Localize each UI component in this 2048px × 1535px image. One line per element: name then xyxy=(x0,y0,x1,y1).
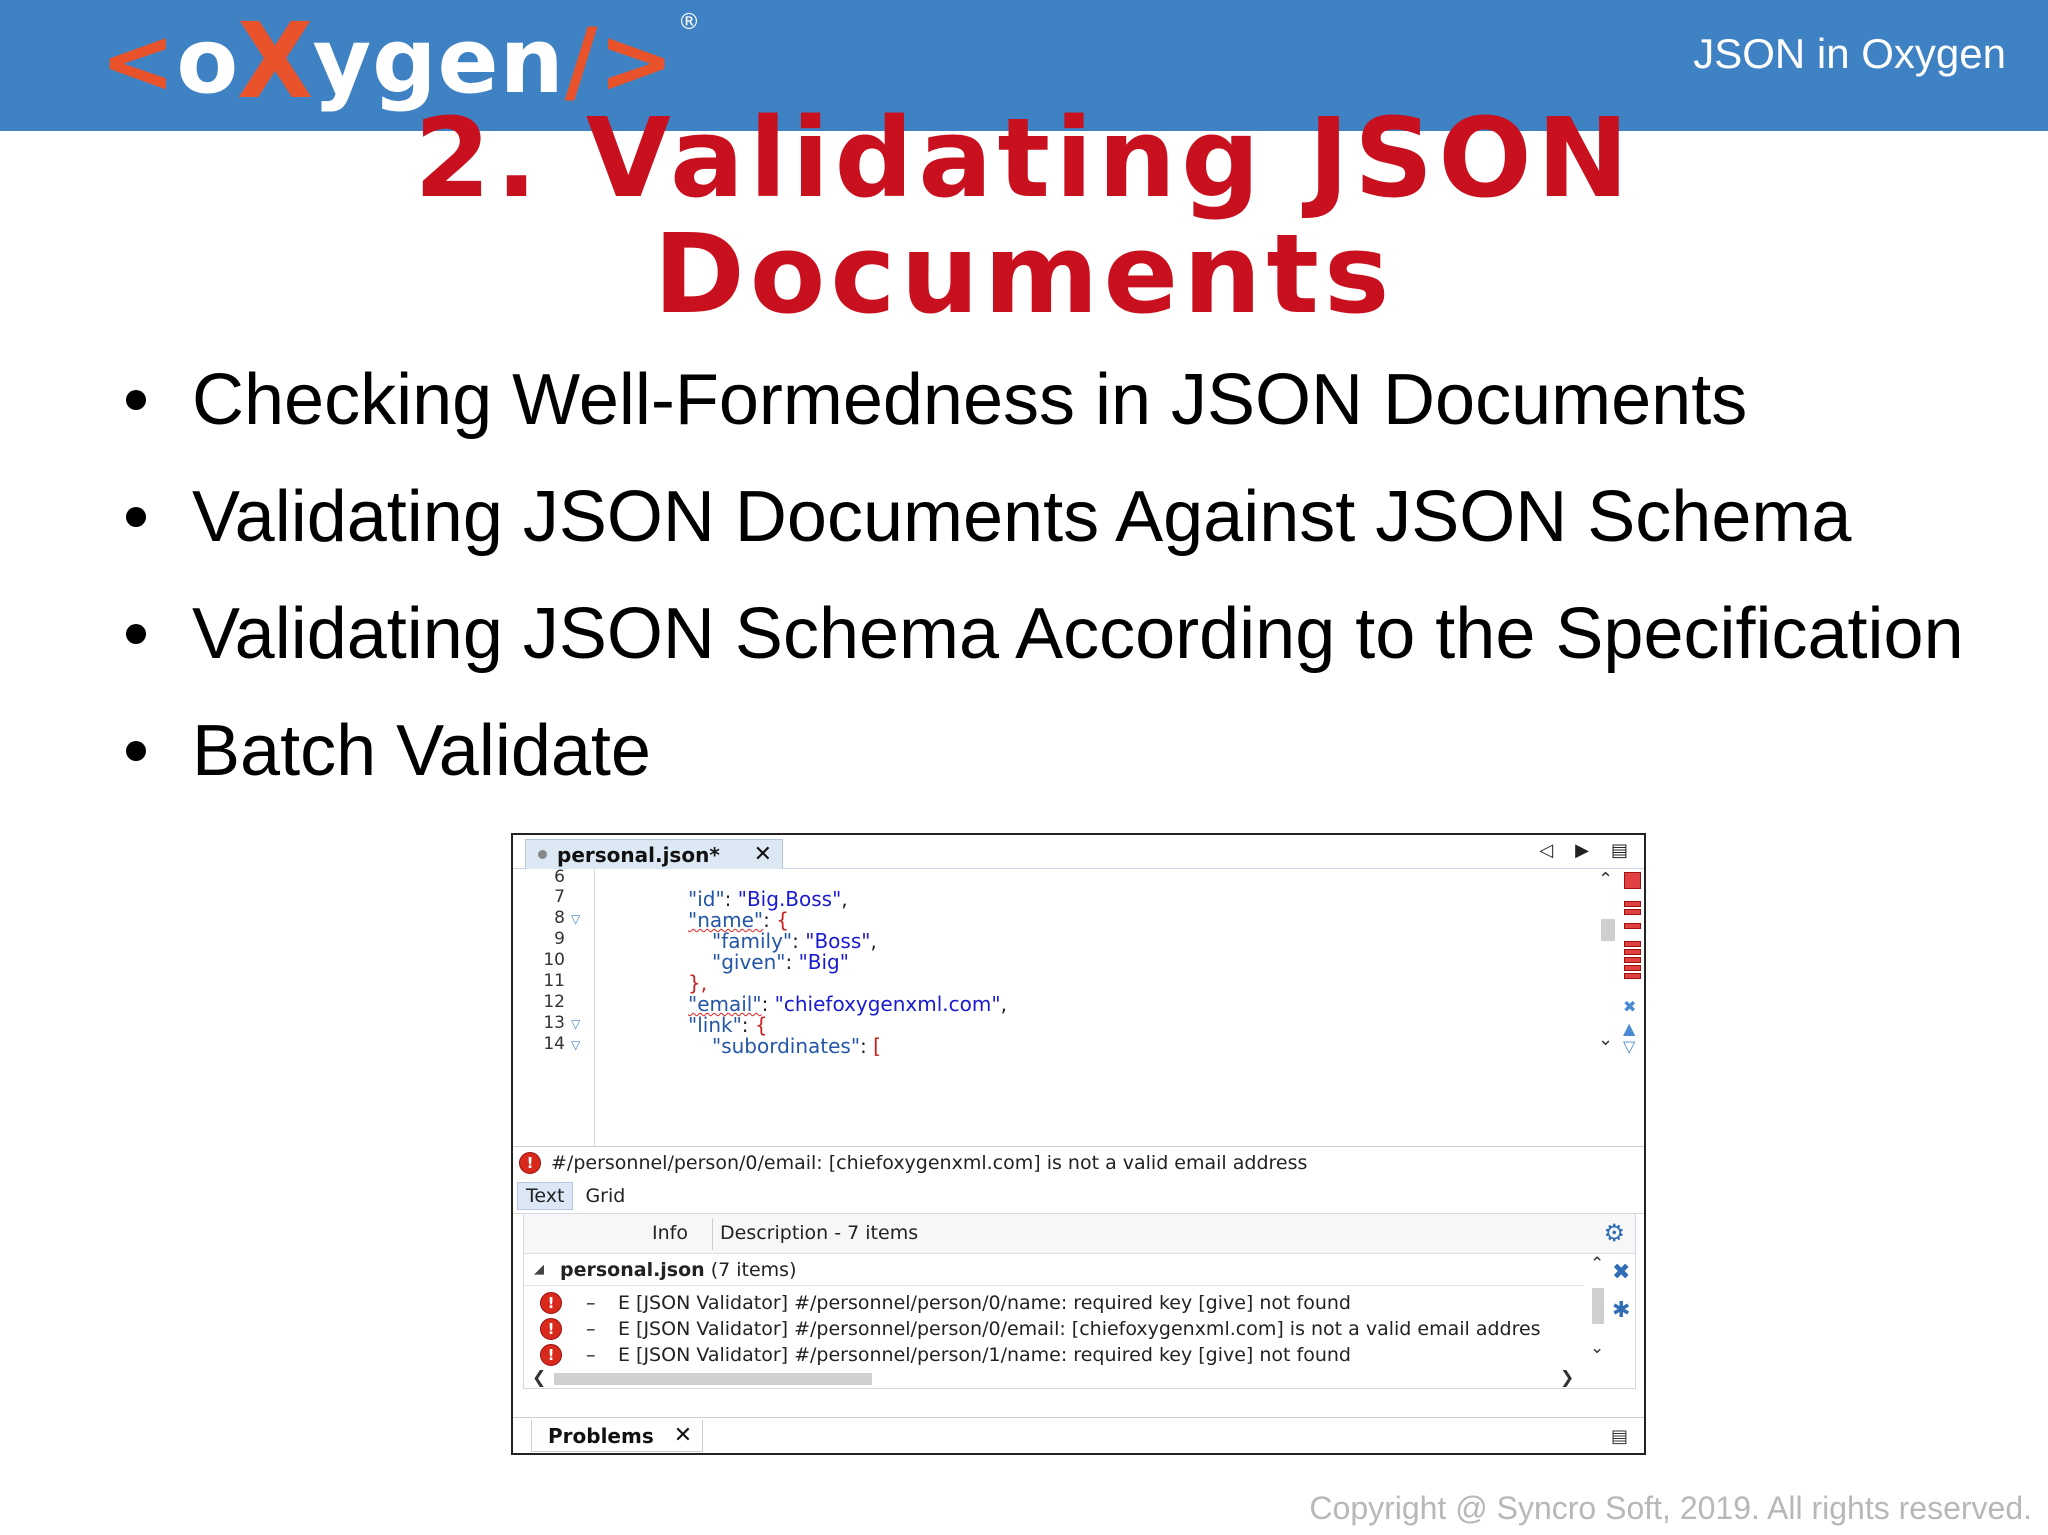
tab-grid[interactable]: Grid xyxy=(577,1183,633,1209)
copyright-notice: Copyright @ Syncro Soft, 2019. All right… xyxy=(1309,1490,2032,1526)
scroll-up-icon[interactable]: ⌃ xyxy=(1590,1254,1604,1274)
error-icon: ! xyxy=(519,1151,541,1174)
ide-screenshot: personal.json* ✕ ◁ ▶ ▤ 6 7 8 ▽ 9 10 11 1… xyxy=(511,833,1646,1455)
next-error-icon[interactable]: ▽ xyxy=(1623,1037,1635,1056)
bullet-item: Validating JSON Documents Against JSON S… xyxy=(118,469,1964,586)
scroll-down-icon[interactable]: ⌄ xyxy=(1590,1338,1604,1358)
error-marker[interactable] xyxy=(1624,973,1641,979)
remove-all-icon[interactable]: ✱ xyxy=(1612,1298,1630,1323)
tab-menu-icon[interactable]: ▤ xyxy=(1611,840,1628,861)
problems-horizontal-scrollbar[interactable]: ❮ ❯ xyxy=(524,1368,1584,1390)
problem-row[interactable]: ! – E [JSON Validator] #/personnel/perso… xyxy=(524,1338,1584,1368)
problems-table-header: Info Description - 7 items ⚙ xyxy=(524,1214,1635,1254)
tab-navigation: ◁ ▶ ▤ xyxy=(1539,840,1628,861)
fold-arrow-icon[interactable]: ▽ xyxy=(571,1038,580,1052)
editor-vertical-scrollbar[interactable]: ⌃ ⌄ xyxy=(1593,869,1619,1146)
view-menu-icon[interactable]: ▤ xyxy=(1611,1426,1628,1447)
validation-error-bar: ! #/personnel/person/0/email: [chiefoxyg… xyxy=(513,1146,1644,1178)
slide-title-line-2: Documents xyxy=(653,210,1395,338)
problem-description: E [JSON Validator] #/personnel/person/0/… xyxy=(618,1292,1351,1314)
scroll-down-icon[interactable]: ⌄ xyxy=(1598,1029,1613,1050)
error-icon: ! xyxy=(540,1292,562,1314)
error-marker[interactable] xyxy=(1624,923,1641,929)
scroll-thumb[interactable] xyxy=(1601,919,1615,941)
error-message: #/personnel/person/0/email: [chiefoxygen… xyxy=(551,1151,1308,1174)
bullet-dot xyxy=(126,390,146,410)
bullet-dot xyxy=(126,624,146,644)
code-line: "given": "Big" xyxy=(712,950,849,974)
fold-arrow-icon[interactable]: ▽ xyxy=(571,1017,580,1031)
problems-vertical-scrollbar[interactable]: ⌃ ⌄ xyxy=(1584,1254,1610,1368)
line-number: 6 xyxy=(554,867,565,887)
line-number: 9 xyxy=(554,929,565,949)
error-marker[interactable] xyxy=(1624,901,1641,907)
group-file-name: personal.json xyxy=(560,1258,705,1281)
bullet-dot xyxy=(126,507,146,527)
code-line: "subordinates": [ xyxy=(712,1034,881,1058)
slide-title: 2. Validating JSON Documents xyxy=(0,100,2048,332)
scroll-right-icon[interactable]: ❯ xyxy=(1560,1368,1574,1388)
problems-panel: Info Description - 7 items ⚙ ◢ personal.… xyxy=(523,1213,1636,1389)
line-number: 11 xyxy=(543,971,565,991)
settings-gear-icon[interactable]: ⚙ xyxy=(1603,1219,1625,1247)
tab-problems[interactable]: Problems ✕ xyxy=(531,1420,703,1452)
previous-error-icon[interactable]: ▲ xyxy=(1623,1019,1635,1038)
bullet-list: Checking Well-Formedness in JSON Documen… xyxy=(118,352,1964,820)
problems-group-row[interactable]: ◢ personal.json (7 items) xyxy=(524,1254,1584,1286)
fold-arrow-icon[interactable]: ▽ xyxy=(571,912,580,926)
collapse-triangle-icon[interactable]: ◢ xyxy=(534,1262,544,1277)
bullet-item: Batch Validate xyxy=(118,703,1964,820)
error-marker[interactable] xyxy=(1624,965,1641,971)
remove-icon[interactable]: ✖ xyxy=(1612,1260,1630,1285)
error-marker[interactable] xyxy=(1624,941,1641,947)
modified-dot-icon xyxy=(538,850,547,859)
line-number: 12 xyxy=(543,992,565,1012)
bullet-item: Validating JSON Schema According to the … xyxy=(118,586,1964,703)
previous-tab-icon[interactable]: ◁ xyxy=(1539,840,1553,861)
scroll-left-icon[interactable]: ❮ xyxy=(532,1368,546,1388)
scroll-up-icon[interactable]: ⌃ xyxy=(1598,869,1613,890)
remove-markers-icon[interactable]: ✖ xyxy=(1623,997,1636,1016)
bullet-dot xyxy=(126,741,146,761)
line-number: 8 xyxy=(554,908,565,928)
column-description[interactable]: Description - 7 items xyxy=(720,1222,918,1244)
error-marker-strip: ✖ ▲ ▽ xyxy=(1619,869,1646,1146)
problem-description: E [JSON Validator] #/personnel/person/0/… xyxy=(618,1318,1541,1340)
editor-tab-personal-json[interactable]: personal.json* ✕ xyxy=(525,839,783,869)
editor-tab-bar: personal.json* ✕ ◁ ▶ ▤ xyxy=(513,835,1644,869)
line-number: 10 xyxy=(543,950,565,970)
scroll-thumb[interactable] xyxy=(1592,1288,1604,1324)
bullet-item: Checking Well-Formedness in JSON Documen… xyxy=(118,352,1964,469)
close-tab-icon[interactable]: ✕ xyxy=(674,1423,692,1448)
error-marker[interactable] xyxy=(1624,909,1641,915)
slide-title-line-1: 2. Validating JSON xyxy=(414,94,1634,222)
close-tab-icon[interactable]: ✕ xyxy=(754,842,772,867)
error-marker[interactable] xyxy=(1624,949,1641,955)
error-icon: ! xyxy=(540,1344,562,1366)
column-divider xyxy=(712,1218,713,1250)
bottom-view-tabbar: Problems ✕ ▤ xyxy=(513,1417,1644,1455)
problem-description: E [JSON Validator] #/personnel/person/1/… xyxy=(618,1344,1351,1366)
line-number-gutter: 6 7 8 ▽ 9 10 11 12 13 ▽ 14 ▽ xyxy=(513,867,595,1146)
editor-mode-tabs: Text Grid xyxy=(513,1178,1644,1214)
code-editor[interactable]: "id": "Big.Boss", "name": { "family": "B… xyxy=(596,869,1596,1146)
next-tab-icon[interactable]: ▶ xyxy=(1575,840,1589,861)
error-summary-marker[interactable] xyxy=(1624,872,1641,889)
line-number: 13 xyxy=(543,1013,565,1033)
line-number: 14 xyxy=(543,1034,565,1054)
line-number: 7 xyxy=(554,887,565,907)
scroll-thumb[interactable] xyxy=(554,1373,872,1385)
error-marker[interactable] xyxy=(1624,957,1641,963)
tab-text[interactable]: Text xyxy=(517,1181,574,1210)
problems-list: ◢ personal.json (7 items) ! – E [JSON Va… xyxy=(524,1254,1584,1368)
header-title: JSON in Oxygen xyxy=(1693,30,2006,77)
group-item-count: (7 items) xyxy=(710,1258,797,1281)
column-info[interactable]: Info xyxy=(652,1222,688,1244)
error-icon: ! xyxy=(540,1318,562,1340)
